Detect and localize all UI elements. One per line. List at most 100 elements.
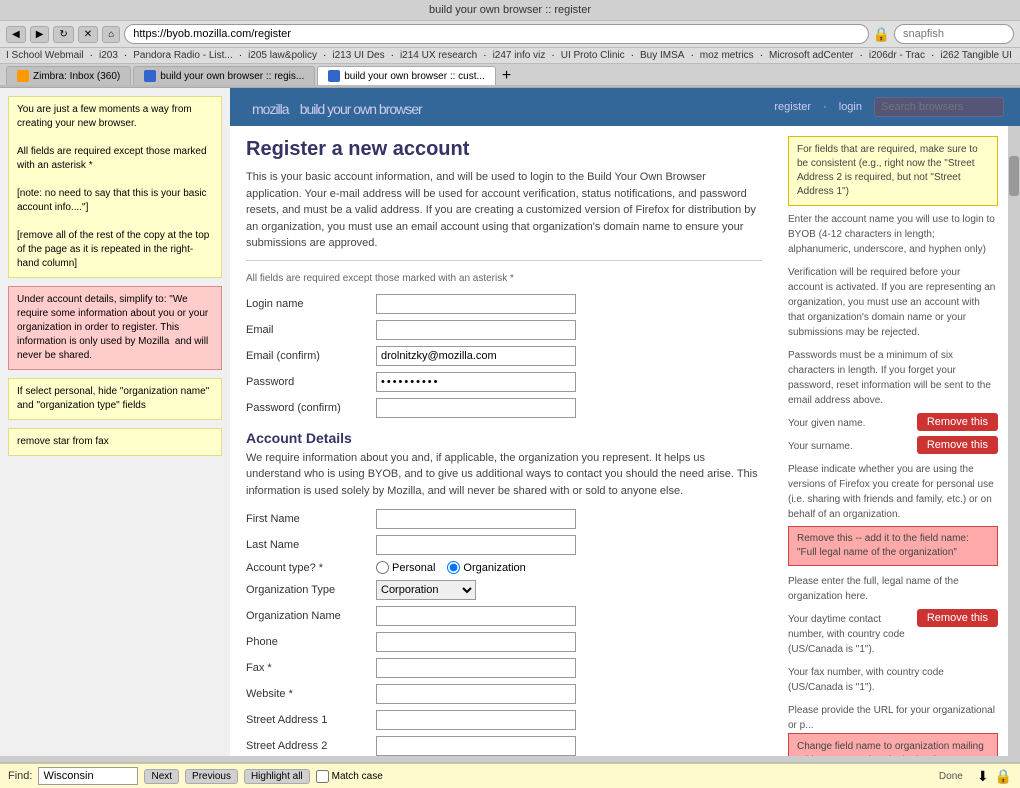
password-note-text: Passwords must be a minimum of six chara… — [788, 350, 991, 406]
address-bar[interactable] — [124, 24, 868, 44]
left-sidebar-annotations: You are just a few moments a way from cr… — [0, 88, 230, 756]
tabs-bar: Zimbra: Inbox (360) build your own brows… — [0, 64, 1020, 87]
bookmark-ms[interactable]: Microsoft adCenter — [769, 50, 853, 61]
nav-register[interactable]: register — [774, 101, 811, 113]
email-note-text: Verification will be required before you… — [788, 267, 995, 338]
email-note: Verification will be required before you… — [788, 265, 998, 340]
email-confirm-input[interactable] — [376, 346, 576, 366]
bookmark-moz[interactable]: moz metrics — [700, 50, 754, 61]
login-name-row: Login name — [246, 294, 762, 314]
org-type-remove-text: Remove this -- add it to the field name:… — [797, 533, 969, 558]
website-note: Please provide the URL for your organiza… — [788, 703, 998, 756]
password-confirm-input[interactable] — [376, 398, 576, 418]
phone-input[interactable] — [376, 632, 576, 652]
password-label: Password — [246, 376, 376, 388]
radio-organization[interactable]: Organization — [447, 561, 525, 574]
bookmark-proto[interactable]: UI Proto Clinic — [561, 50, 625, 61]
bookmark-info[interactable]: i247 info viz — [493, 50, 546, 61]
account-details-desc: We require information about you and, if… — [246, 450, 762, 500]
fax-input[interactable] — [376, 658, 576, 678]
stop-button[interactable]: ✕ — [78, 26, 98, 43]
radio-personal[interactable]: Personal — [376, 561, 435, 574]
consistency-callout: For fields that are required, make sure … — [788, 136, 998, 206]
last-name-note-row: Your surname. Remove this — [788, 439, 998, 454]
security-icon: 🔒 — [873, 26, 890, 43]
header-search-input[interactable] — [874, 97, 1004, 117]
highlight-all-button[interactable]: Highlight all — [244, 769, 310, 784]
remove-last-name-button[interactable]: Remove this — [917, 436, 998, 454]
bookmark-school[interactable]: I School Webmail — [6, 50, 84, 61]
street1-input[interactable] — [376, 710, 576, 730]
annotation-intro-text: You are just a few moments a way from cr… — [17, 104, 212, 269]
security-status-icon: 🔒 — [995, 768, 1012, 785]
org-name-label: Organization Name — [246, 610, 376, 622]
bookmark-imsa[interactable]: Buy IMSA — [640, 50, 684, 61]
reload-button[interactable]: ↻ — [53, 26, 73, 43]
website-input[interactable] — [376, 684, 576, 704]
remove-phone-button[interactable]: Remove this — [917, 609, 998, 627]
annotation-fax: remove star from fax — [8, 428, 222, 456]
nav-login[interactable]: login — [839, 101, 862, 113]
last-name-label: Last Name — [246, 539, 376, 551]
bookmark-i203[interactable]: i203 — [99, 50, 118, 61]
bookmark-sep6: · — [483, 50, 486, 61]
website-note-text: Please provide the URL for your organiza… — [788, 705, 995, 731]
title-text: build your own browser :: register — [429, 4, 591, 16]
bookmark-tang[interactable]: i262 Tangible UI — [940, 50, 1012, 61]
bookmark-law[interactable]: i205 law&policy — [248, 50, 317, 61]
find-input[interactable] — [38, 767, 138, 785]
bookmark-ux[interactable]: i214 UX research — [400, 50, 477, 61]
account-details-title: Account Details — [246, 430, 762, 446]
tab-byob1[interactable]: build your own browser :: regis... — [133, 66, 315, 85]
account-type-row: Account type? * Personal Organization — [246, 561, 762, 574]
annotation-fax-text: remove star from fax — [17, 436, 109, 447]
remove-first-name-button[interactable]: Remove this — [917, 413, 998, 431]
back-button[interactable]: ◀ — [6, 26, 26, 43]
org-type-remove-callout: Remove this -- add it to the field name:… — [788, 526, 998, 566]
street2-row: Street Address 2 — [246, 736, 762, 756]
email-input[interactable] — [376, 320, 576, 340]
org-type-select[interactable]: Corporation Non-profit Government Other — [376, 580, 476, 600]
tab-label-zimbra: Zimbra: Inbox (360) — [33, 71, 120, 82]
phone-note-text: Your daytime contact number, with countr… — [788, 612, 911, 657]
bookmark-sep5: · — [391, 50, 394, 61]
street2-label: Street Address 2 — [246, 740, 376, 752]
tab-favicon-byob1 — [144, 70, 156, 82]
bookmark-sep11: · — [860, 50, 863, 61]
forward-button[interactable]: ▶ — [30, 26, 50, 43]
bookmark-trac[interactable]: i206dr - Trac — [869, 50, 925, 61]
scrollbar-track[interactable] — [1008, 126, 1020, 756]
right-notes-column: For fields that are required, make sure … — [778, 126, 1008, 756]
first-name-input[interactable] — [376, 509, 576, 529]
phone-remove-wrap: Remove this — [917, 612, 998, 624]
scrollbar-thumb[interactable] — [1009, 156, 1019, 196]
street2-input[interactable] — [376, 736, 576, 756]
org-name-input[interactable] — [376, 606, 576, 626]
logo-text: mozilla — [252, 101, 289, 117]
last-name-input[interactable] — [376, 535, 576, 555]
first-name-note-row: Your given name. Remove this — [788, 416, 998, 431]
tab-byob2[interactable]: build your own browser :: cust... — [317, 66, 496, 85]
bookmark-pandora[interactable]: Pandora Radio - List... — [133, 50, 233, 61]
tab-zimbra[interactable]: Zimbra: Inbox (360) — [6, 66, 131, 85]
password-input[interactable] — [376, 372, 576, 392]
annotation-personal: If select personal, hide "organization n… — [8, 378, 222, 420]
tab-label-byob1: build your own browser :: regis... — [160, 71, 304, 82]
first-name-note-text: Your given name. — [788, 416, 911, 431]
org-type-label: Organization Type — [246, 584, 376, 596]
browser-search[interactable] — [894, 24, 1014, 44]
account-type-label: Account type? * — [246, 562, 376, 574]
login-name-input[interactable] — [376, 294, 576, 314]
annotation-personal-text: If select personal, hide "organization n… — [17, 386, 212, 411]
radio-personal-input[interactable] — [376, 561, 389, 574]
radio-org-input[interactable] — [447, 561, 460, 574]
find-next-button[interactable]: Next — [144, 769, 179, 784]
login-name-label: Login name — [246, 298, 376, 310]
mozilla-logo: mozilla build your own browser — [246, 94, 422, 119]
bookmark-sep12: · — [931, 50, 934, 61]
match-case-checkbox[interactable] — [316, 770, 329, 783]
new-tab-button[interactable]: + — [502, 67, 511, 85]
find-previous-button[interactable]: Previous — [185, 769, 238, 784]
home-button[interactable]: ⌂ — [102, 26, 120, 43]
bookmark-ui[interactable]: i213 UI Des — [332, 50, 384, 61]
